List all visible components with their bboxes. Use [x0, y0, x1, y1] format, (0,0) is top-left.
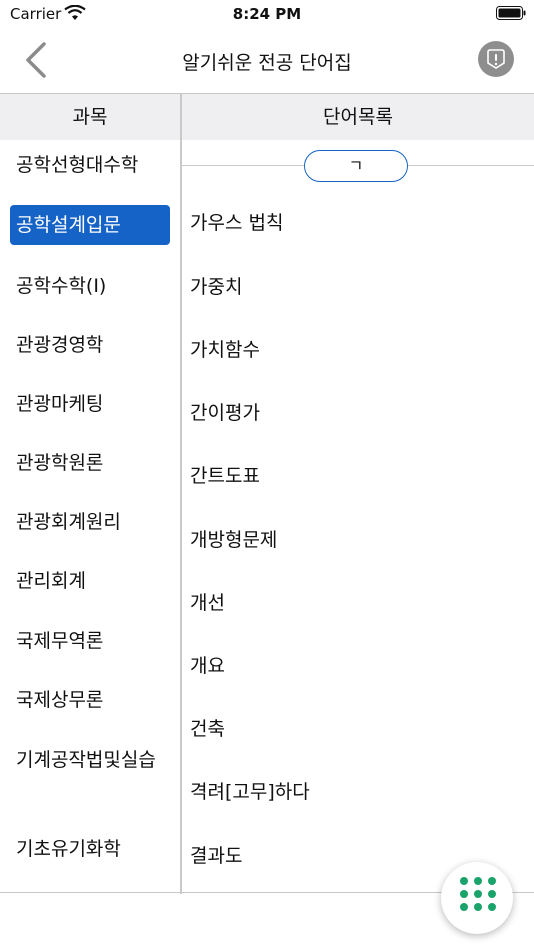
word-item[interactable]: 건축 [190, 715, 225, 743]
subject-item[interactable]: 기초유기화학 [10, 834, 170, 864]
word-item[interactable]: 간트도표 [190, 462, 260, 490]
subject-item[interactable]: 국제상무론 [10, 685, 170, 715]
report-button[interactable] [478, 41, 514, 77]
subject-item[interactable]: 관광경영학 [10, 330, 170, 360]
page-title: 알기쉬운 전공 단어집 [182, 52, 352, 74]
exclamation-badge-icon [487, 49, 505, 69]
battery-icon [496, 6, 526, 20]
word-item[interactable]: 간이평가 [190, 399, 260, 427]
word-column-header: 단어목록 [182, 94, 534, 140]
word-item[interactable]: 결과도 [190, 842, 242, 870]
subject-item[interactable]: 관리회계 [10, 566, 170, 596]
subject-item[interactable]: 공학수학(Ⅰ) [10, 271, 170, 301]
word-item[interactable]: 개요 [190, 652, 225, 680]
content-area: 과목 단어목록 공학선형대수학 공학설계입문 공학수학(Ⅰ) 관광경영학 관광마… [0, 93, 534, 894]
word-item[interactable]: 가우스 법칙 [190, 209, 283, 237]
word-item[interactable]: 개방형문제 [190, 526, 277, 554]
column-divider [180, 94, 182, 894]
subject-item[interactable]: 기계공작법및실습 [10, 745, 170, 775]
word-item[interactable]: 격려[고무]하다 [190, 778, 310, 806]
subject-item[interactable]: 관광회계원리 [10, 507, 170, 537]
subject-item-selected[interactable]: 공학설계입문 [10, 205, 170, 245]
word-item[interactable]: 가치함수 [190, 336, 260, 364]
menu-fab-button[interactable] [441, 862, 513, 934]
subject-item[interactable]: 국제무역론 [10, 626, 170, 656]
grid-dots-icon [460, 877, 496, 913]
status-bar: Carrier 8:24 PM [0, 0, 534, 30]
subject-item[interactable]: 공학선형대수학 [10, 150, 170, 180]
index-header: ㄱ [304, 150, 408, 182]
subject-item[interactable]: 관광학원론 [10, 448, 170, 478]
status-time: 8:24 PM [232, 5, 302, 23]
word-item[interactable]: 가중치 [190, 273, 242, 301]
word-item[interactable]: 개선 [190, 589, 225, 617]
subject-item[interactable]: 관광마케팅 [10, 389, 170, 419]
navigation-bar: 알기쉬운 전공 단어집 [0, 30, 534, 92]
subject-column-header: 과목 [0, 94, 180, 140]
